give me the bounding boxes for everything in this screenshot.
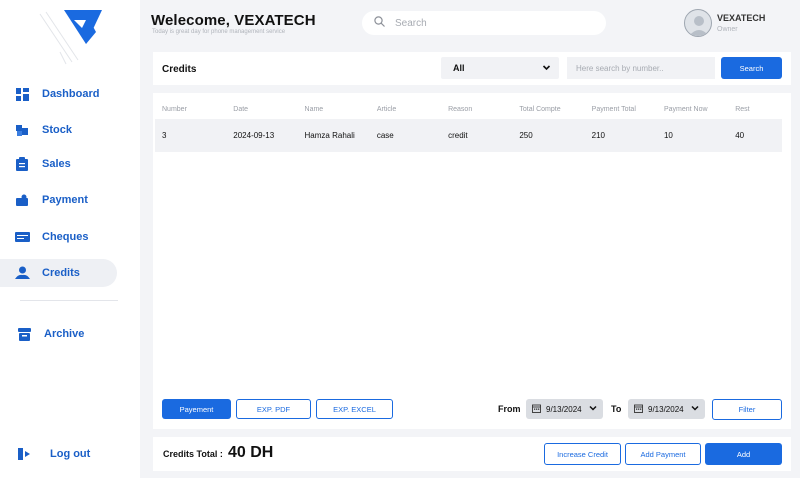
export-excel-button[interactable]: EXP. EXCEL xyxy=(316,399,393,419)
to-label: To xyxy=(611,404,622,414)
payment-button[interactable]: Payement xyxy=(162,399,231,419)
column-header[interactable]: Number xyxy=(155,99,226,119)
sidebar-item-dashboard[interactable]: Dashboard xyxy=(0,80,117,108)
credits-toolbar: Credits All Search xyxy=(153,52,791,85)
stock-icon xyxy=(14,122,30,138)
archive-icon xyxy=(16,326,32,342)
sidebar-item-sales[interactable]: Sales xyxy=(0,150,117,178)
column-header[interactable]: Name xyxy=(298,99,370,119)
column-header[interactable]: Reason xyxy=(441,99,512,119)
number-search-input[interactable] xyxy=(567,57,715,79)
section-title: Credits xyxy=(162,64,197,75)
column-header[interactable]: Payment Total xyxy=(585,99,657,119)
from-date-value: 9/13/2024 xyxy=(546,404,582,414)
column-header[interactable]: Payment Now xyxy=(657,99,728,119)
sidebar-item-label: Sales xyxy=(42,158,71,170)
to-date-picker[interactable]: 9/13/2024 xyxy=(628,399,705,419)
credits-icon xyxy=(14,265,30,281)
column-header[interactable]: Rest xyxy=(728,99,782,119)
chevron-down-icon xyxy=(542,63,551,74)
logout-button[interactable]: Log out xyxy=(0,440,117,468)
column-header[interactable]: Article xyxy=(370,99,441,119)
table-cell: 2024-09-13 xyxy=(226,119,298,152)
avatar[interactable] xyxy=(684,9,712,37)
chevron-down-icon xyxy=(691,404,699,414)
sidebar-item-label: Credits xyxy=(42,267,80,279)
cheques-icon xyxy=(14,229,30,245)
table-cell: 10 xyxy=(656,119,729,152)
search-input[interactable] xyxy=(395,17,585,29)
table-cell: credit xyxy=(441,119,513,152)
sidebar-item-payment[interactable]: Payment xyxy=(0,186,117,214)
table-cell: 250 xyxy=(512,119,585,152)
sidebar: Dashboard Stock Sales Payment Cheques Cr… xyxy=(0,0,140,478)
search-icon xyxy=(374,14,385,32)
increase-credit-button[interactable]: Increase Credit xyxy=(544,443,621,465)
table-cell: 3 xyxy=(155,119,227,152)
chevron-down-icon xyxy=(589,404,597,414)
from-date-picker[interactable]: 9/13/2024 xyxy=(526,399,603,419)
filter-select-value: All xyxy=(453,63,465,73)
search-button[interactable]: Search xyxy=(721,57,782,79)
user-role: Owner xyxy=(717,26,738,33)
sidebar-item-label: Stock xyxy=(42,124,72,136)
payment-icon xyxy=(14,192,30,208)
user-name: VEXATECH xyxy=(717,13,766,23)
sidebar-item-label: Archive xyxy=(44,328,85,340)
credits-table-panel: Number Date Name Article Reason Total Co… xyxy=(153,93,791,429)
add-payment-button[interactable]: Add Payment xyxy=(625,443,701,465)
sidebar-item-cheques[interactable]: Cheques xyxy=(0,223,117,251)
vexatech-logo xyxy=(39,10,102,65)
sidebar-item-label: Payment xyxy=(42,194,88,206)
dashboard-icon xyxy=(14,86,30,102)
logout-icon xyxy=(16,446,32,462)
add-button[interactable]: Add xyxy=(705,443,782,465)
table-cell: case xyxy=(369,119,442,152)
sales-icon xyxy=(14,156,30,172)
to-date-value: 9/13/2024 xyxy=(648,404,684,414)
table-row[interactable]: 3 2024-09-13 Hamza Rahali case credit 25… xyxy=(155,119,782,152)
from-label: From xyxy=(498,404,521,414)
sidebar-item-credits[interactable]: Credits xyxy=(0,259,117,287)
export-pdf-button[interactable]: EXP. PDF xyxy=(236,399,311,419)
credits-total-value: 40 DH xyxy=(228,444,274,461)
calendar-icon xyxy=(634,404,643,415)
credits-table: Number Date Name Article Reason Total Co… xyxy=(155,99,782,152)
logout-label: Log out xyxy=(50,448,91,460)
column-header[interactable]: Total Compte xyxy=(512,99,584,119)
sidebar-divider xyxy=(20,300,118,301)
credits-summary: Credits Total : 40 DH Increase Credit Ad… xyxy=(153,437,791,471)
table-cell: 210 xyxy=(584,119,657,152)
table-header-row: Number Date Name Article Reason Total Co… xyxy=(155,99,782,119)
table-cell: 40 xyxy=(728,119,782,152)
sidebar-item-label: Cheques xyxy=(42,231,89,243)
calendar-icon xyxy=(532,404,541,415)
page-subtitle: Today is great day for phone management … xyxy=(152,29,286,35)
global-search[interactable] xyxy=(362,11,606,35)
table-cell: Hamza Rahali xyxy=(297,119,370,152)
sidebar-item-label: Dashboard xyxy=(42,88,100,100)
credits-total-label: Credits Total : xyxy=(163,449,223,459)
column-header[interactable]: Date xyxy=(226,99,297,119)
sidebar-item-archive[interactable]: Archive xyxy=(0,320,117,348)
filter-select[interactable]: All xyxy=(441,57,559,79)
sidebar-item-stock[interactable]: Stock xyxy=(0,116,117,144)
filter-button[interactable]: Filter xyxy=(712,399,782,420)
page-title: Welecome, VEXATECH xyxy=(151,12,316,29)
